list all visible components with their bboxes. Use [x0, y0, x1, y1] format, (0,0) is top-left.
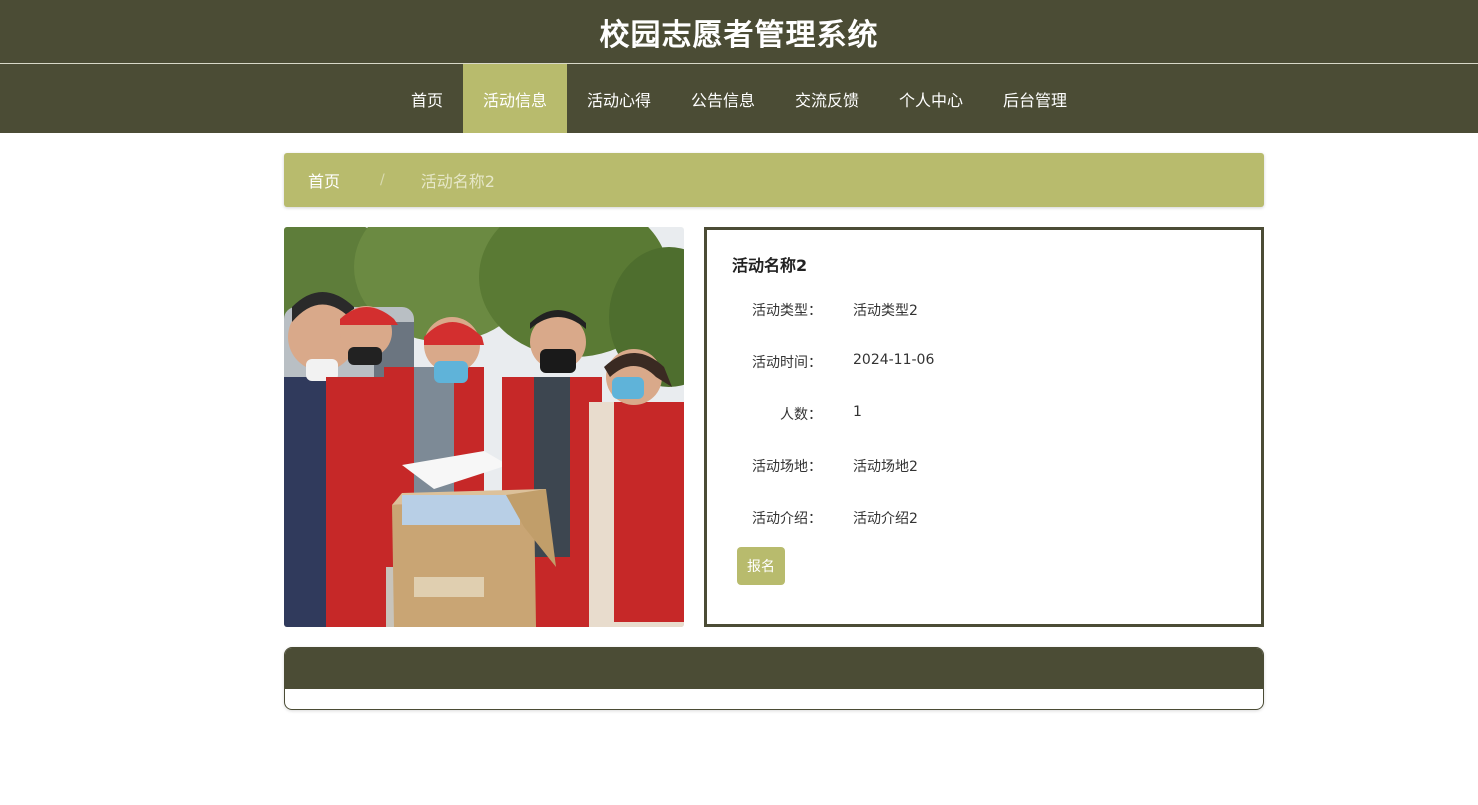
field-row-introduction: 活动介绍： 活动介绍2 [707, 508, 1247, 528]
activity-photo [284, 227, 684, 627]
nav-item-home[interactable]: 首页 [391, 64, 463, 133]
breadcrumb-current: 活动名称2 [420, 172, 495, 191]
field-row-activity-time: 活动时间： 2024-11-06 [707, 352, 1247, 372]
field-label-venue: 活动场地： [752, 459, 822, 475]
activity-photo-image [284, 227, 684, 627]
comment-panel-header [285, 648, 1263, 689]
field-label-headcount: 人数： [780, 407, 822, 423]
nav-item-personal-center[interactable]: 个人中心 [879, 64, 983, 133]
nav-item-announcements[interactable]: 公告信息 [671, 64, 775, 133]
activity-name: 活动名称2 [732, 256, 808, 275]
nav-item-feedback[interactable]: 交流反馈 [775, 64, 879, 133]
field-label-introduction: 活动介绍： [752, 511, 822, 527]
field-row-headcount: 人数： 1 [707, 404, 1247, 424]
nav-item-admin[interactable]: 后台管理 [983, 64, 1087, 133]
breadcrumb: 首页 / 活动名称2 [284, 153, 1264, 207]
field-value-activity-type: 活动类型2 [853, 303, 918, 319]
field-label-activity-time: 活动时间： [752, 355, 822, 371]
site-title: 校园志愿者管理系统 [599, 17, 879, 53]
nav-item-activity-experience[interactable]: 活动心得 [567, 64, 671, 133]
field-value-headcount: 1 [853, 404, 862, 420]
main-nav: 首页 活动信息 活动心得 公告信息 交流反馈 个人中心 后台管理 [0, 64, 1478, 133]
nav-item-activity-info[interactable]: 活动信息 [462, 64, 567, 133]
breadcrumb-home-link[interactable]: 首页 [308, 168, 340, 192]
comment-panel [284, 647, 1264, 710]
field-row-activity-type: 活动类型： 活动类型2 [707, 300, 1247, 320]
field-value-activity-time: 2024-11-06 [853, 352, 935, 368]
field-row-venue: 活动场地： 活动场地2 [707, 456, 1247, 476]
field-value-introduction: 活动介绍2 [853, 511, 918, 527]
field-value-venue: 活动场地2 [853, 459, 918, 475]
breadcrumb-separator: / [380, 172, 385, 188]
activity-detail-card: 活动名称2 活动类型： 活动类型2 活动时间： 2024-11-06 人数： 1… [704, 227, 1264, 627]
field-label-activity-type: 活动类型： [752, 303, 822, 319]
signup-button[interactable]: 报名 [737, 547, 785, 585]
site-header: 校园志愿者管理系统 [0, 0, 1478, 63]
